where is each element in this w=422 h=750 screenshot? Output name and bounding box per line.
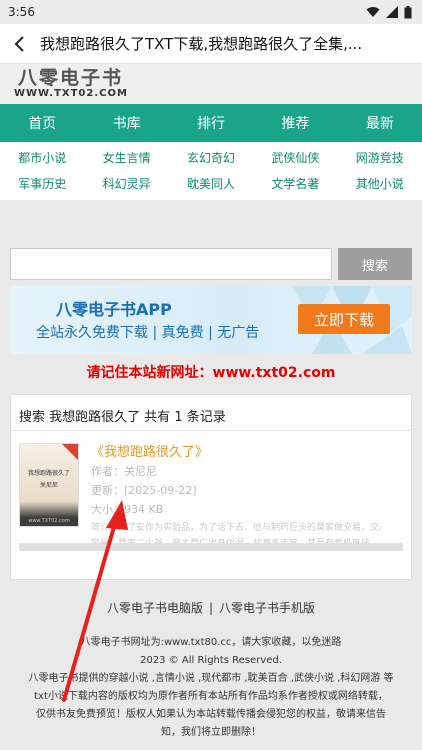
- status-time: 3:56: [8, 5, 35, 19]
- category-link[interactable]: 其他小说: [338, 172, 422, 196]
- nav-latest[interactable]: 最新: [338, 104, 422, 142]
- footer-copyright: 2023 © All Rights Reserved.: [140, 655, 282, 666]
- results-header: 搜索 我想跑路很久了 共有 1 条记录: [11, 395, 411, 431]
- category-link[interactable]: 军事历史: [0, 172, 84, 196]
- status-bar: 3:56: [0, 0, 422, 24]
- download-button[interactable]: 立即下载: [298, 304, 390, 334]
- book-author: 作者：关尼尼: [91, 465, 157, 478]
- book-cover[interactable]: 我想跑路很久了 关尼尼 www.TXT02.com: [19, 443, 79, 527]
- search-button[interactable]: 搜索: [338, 248, 412, 280]
- category-link[interactable]: 玄幻奇幻: [169, 146, 253, 170]
- category-link[interactable]: 武侠仙侠: [253, 146, 337, 170]
- category-link[interactable]: 科幻灵异: [84, 172, 168, 196]
- book-info: 《我想跑路很久了》 作者：关尼尼 更新：[2025-09-22] 大小：934 …: [91, 443, 381, 553]
- status-icons: [366, 5, 412, 19]
- nav-recommend[interactable]: 推荐: [253, 104, 337, 142]
- horizontal-scrollbar[interactable]: [19, 543, 403, 551]
- signal-icon: [386, 6, 398, 18]
- footer-disclaimer: 仅供书友免费预览！版权人如果认为本站转载传播会侵犯您的权益，敬请来信告: [36, 709, 386, 720]
- cover-ribbon: [62, 444, 78, 460]
- footer-disclaimer: 知，我们将立即删除！: [161, 727, 261, 738]
- book-size: 大小：934 KB: [91, 503, 164, 516]
- category-link[interactable]: 都市小说: [0, 146, 84, 170]
- category-link[interactable]: 网游竞技: [338, 146, 422, 170]
- title-bar: 我想跑路很久了TXT下载,我想跑路很久了全集,...: [0, 24, 422, 64]
- banner-subtitle: 全站永久免费下载 | 真免费 | 无广告: [36, 325, 260, 341]
- mobile-version-link[interactable]: 八零电子书手机版: [219, 601, 315, 615]
- category-grid: 都市小说 女生言情 玄幻奇幻 武侠仙侠 网游竞技 军事历史 科幻灵异 耽美同人 …: [0, 142, 422, 200]
- cover-url: www.TXT02.com: [28, 518, 70, 524]
- logo-url: WWW.TXT02.COM: [14, 88, 128, 99]
- search-bar: 搜索: [0, 248, 422, 280]
- banner-title: 八零电子书APP: [56, 300, 172, 319]
- category-link[interactable]: 耽美同人: [169, 172, 253, 196]
- cover-title: 我想跑路很久了: [27, 470, 70, 477]
- nav-library[interactable]: 书库: [84, 104, 168, 142]
- cover-author: 关尼尼: [39, 482, 58, 489]
- category-link[interactable]: 女生言情: [84, 146, 168, 170]
- search-results: 搜索 我想跑路很久了 共有 1 条记录 我想跑路很久了 关尼尼 www.TXT0…: [10, 394, 412, 580]
- new-url-notice: 请记住本站新网址：www.txt02.com: [86, 365, 336, 381]
- desktop-version-link[interactable]: 八零电子书电脑版: [107, 601, 203, 615]
- main-nav: 首页 书库 排行 推荐 最新: [0, 104, 422, 142]
- app-banner[interactable]: 八零电子书APP 全站永久免费下载 | 真免费 | 无广告 立即下载: [10, 286, 412, 354]
- footer-disclaimer: 八零电子书提供的穿越小说 ,言情小说 ,现代都市 ,耽美百合 ,武侠小说 ,科幻…: [28, 673, 394, 684]
- battery-icon: [404, 5, 412, 18]
- nav-ranking[interactable]: 排行: [169, 104, 253, 142]
- footer-disclaimer: txt小说下载内容的版权均为原作者所有本站所有作品均系作者授权或网络转载，: [34, 691, 388, 702]
- footer-url-line: 八零电子书网址为:www.txt80.cc，请大家收藏，以免迷路: [80, 637, 342, 648]
- footer-separator: |: [208, 601, 214, 615]
- logo-text[interactable]: 八零电子书: [14, 68, 422, 88]
- book-title[interactable]: 《我想跑路很久了》: [91, 443, 381, 462]
- category-link[interactable]: 文学名著: [253, 172, 337, 196]
- search-input[interactable]: [10, 248, 332, 280]
- book-updated: 更新：[2025-09-22]: [91, 484, 197, 497]
- book-item[interactable]: 我想跑路很久了 关尼尼 www.TXT02.com 《我想跑路很久了》 作者：关…: [11, 431, 411, 553]
- site-header: 八零电子书 WWW.TXT02.COM: [0, 64, 422, 104]
- footer-links: 八零电子书电脑版 | 八零电子书手机版: [0, 598, 422, 618]
- back-arrow-icon: [14, 35, 24, 52]
- back-button[interactable]: [8, 32, 32, 56]
- nav-home[interactable]: 首页: [0, 104, 84, 142]
- wifi-icon: [366, 7, 380, 17]
- page-title: 我想跑路很久了TXT下载,我想跑路很久了全集,...: [40, 35, 363, 53]
